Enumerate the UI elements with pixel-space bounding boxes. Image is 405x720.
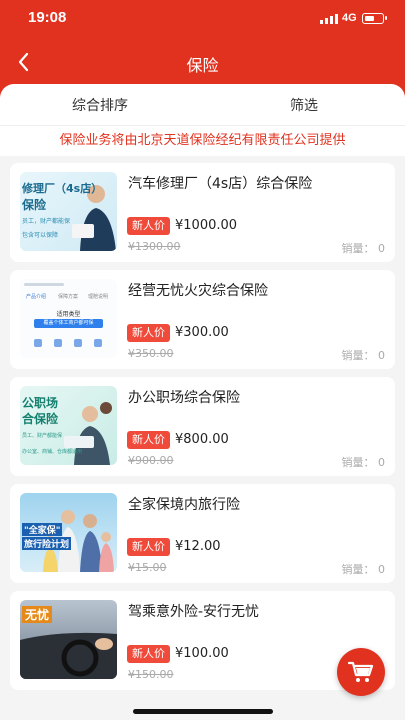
thumb-text: 旅行险计划	[22, 537, 72, 550]
product-thumbnail: 修理厂（4s店） 保险 员工，财产都能保 包含可以保障	[20, 172, 117, 251]
service-notice: 保险业务将由北京天道保险经纪有限责任公司提供	[0, 126, 405, 156]
home-indicator	[133, 709, 273, 714]
new-user-badge: 新人价	[127, 431, 170, 449]
product-thumbnail: 公职场 合保险 员工、财产都能保 办公室、商铺、仓库都适用	[20, 386, 117, 465]
thumb-text: 无忧	[22, 606, 53, 623]
thumb-text: 包含可以保障	[22, 232, 59, 239]
thumb-text: 员工、财产都能保	[22, 433, 63, 439]
thumb-text: 保障方案	[58, 294, 79, 300]
thumb-text: 公职场	[22, 396, 59, 410]
product-price: ¥100.00	[175, 646, 229, 661]
shopping-cart-icon	[348, 661, 374, 682]
thumb-text: 覆盖个体工商户都可保	[34, 319, 103, 328]
battery-icon	[362, 13, 387, 24]
original-price: ¥1300.00	[128, 240, 181, 253]
original-price: ¥900.00	[128, 454, 174, 467]
new-user-badge: 新人价	[127, 645, 170, 663]
product-thumbnail: 无忧	[20, 600, 117, 679]
sales-count: 销量： 0	[341, 563, 386, 576]
sales-count: 销量： 0	[341, 242, 386, 255]
product-price: ¥12.00	[175, 539, 221, 554]
thumb-text: 办公室、商铺、仓库都适用	[22, 449, 83, 455]
thumb-text: 员工，财产都能保	[22, 218, 71, 225]
sort-tab-bar: 综合排序 筛选	[0, 84, 405, 126]
thumb-text: "全家保"	[22, 523, 63, 536]
product-name: 经营无忧火灾综合保险	[128, 283, 268, 299]
sales-count: 销量： 0	[341, 456, 386, 469]
network-type: 4G	[342, 12, 357, 24]
product-name: 驾乘意外险-安行无忧	[128, 604, 260, 620]
original-price: ¥350.00	[128, 347, 174, 360]
sales-count: 销量： 0	[341, 349, 386, 362]
thumb-text: 适用类型	[56, 311, 81, 318]
signal-icon	[320, 14, 338, 24]
product-thumbnail: 产品介绍 保障方案 理赔说明 适用类型 覆盖个体工商户都可保	[20, 279, 117, 358]
page-title: 保险	[186, 56, 219, 75]
new-user-badge: 新人价	[127, 538, 170, 556]
status-time: 19:08	[28, 9, 67, 26]
product-name: 全家保境内旅行险	[128, 497, 240, 513]
original-price: ¥15.00	[128, 561, 167, 574]
nav-bar: 保险	[0, 40, 405, 84]
shopping-cart-button[interactable]	[337, 648, 385, 696]
product-card[interactable]: 产品介绍 保障方案 理赔说明 适用类型 覆盖个体工商户都可保 经营无忧火灾综合保…	[10, 270, 395, 369]
product-card[interactable]: 公职场 合保险 员工、财产都能保 办公室、商铺、仓库都适用 办公职场综合保险 新…	[10, 377, 395, 476]
product-name: 汽车修理厂（4s店）综合保险	[128, 176, 313, 192]
product-price: ¥300.00	[175, 325, 229, 340]
tab-sort[interactable]: 综合排序	[72, 95, 128, 115]
thumb-text: 理赔说明	[88, 294, 109, 300]
new-user-badge: 新人价	[127, 324, 170, 342]
original-price: ¥150.00	[128, 668, 174, 681]
product-card[interactable]: "全家保" 旅行险计划 全家保境内旅行险 新人价 ¥12.00 ¥15.00 销…	[10, 484, 395, 583]
thumb-text: 产品介绍	[26, 294, 47, 300]
new-user-badge: 新人价	[127, 217, 170, 235]
tab-filter[interactable]: 筛选	[290, 95, 318, 115]
product-price: ¥1000.00	[175, 218, 238, 233]
status-bar: 19:08 4G	[0, 0, 405, 38]
thumb-text: 修理厂（4s店）	[22, 182, 103, 195]
thumb-text: 保险	[22, 198, 47, 212]
thumb-text: 合保险	[22, 412, 59, 426]
product-name: 办公职场综合保险	[128, 390, 240, 406]
product-thumbnail: "全家保" 旅行险计划	[20, 493, 117, 572]
product-card[interactable]: 修理厂（4s店） 保险 员工，财产都能保 包含可以保障 汽车修理厂（4s店）综合…	[10, 163, 395, 262]
product-price: ¥800.00	[175, 432, 229, 447]
